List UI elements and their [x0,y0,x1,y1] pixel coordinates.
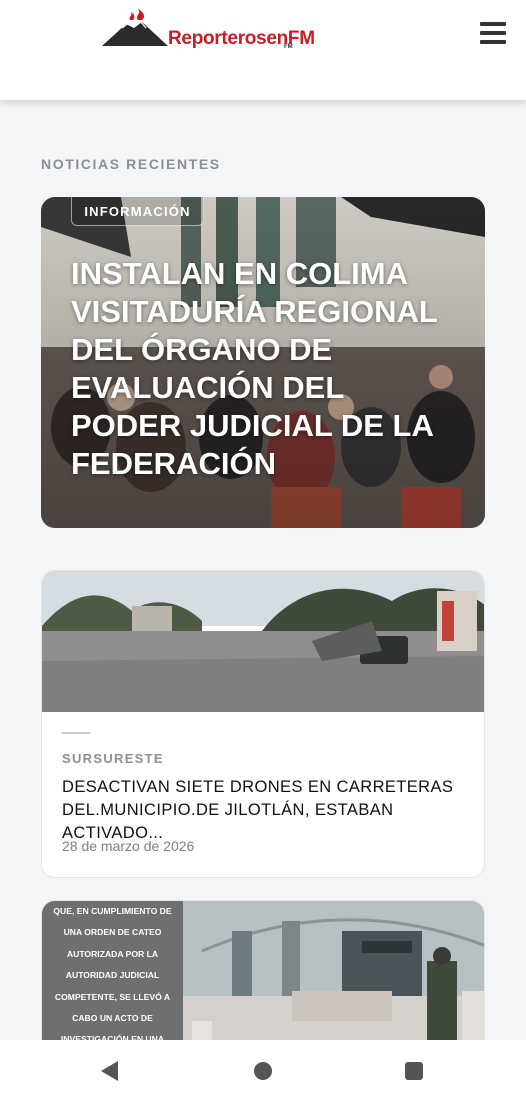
card-divider [62,732,90,734]
featured-headline[interactable]: INSTALAN EN COLIMA VISITADURÍA REGIONAL … [71,255,461,483]
article-photo [42,571,484,712]
article-title[interactable]: DESACTIVAN SIETE DRONES EN CARRETERAS DE… [62,776,467,845]
photo-caption-overlay: QUE, EN CUMPLIMIENTO DE UNA ORDEN DE CAT… [42,901,183,1059]
article-card[interactable]: SURSURESTE DESACTIVAN SIETE DRONES EN CA… [41,570,485,878]
featured-article-card[interactable]: INFORMACIÓN INSTALAN EN COLIMA VISITADUR… [41,197,485,528]
volcano-logo-icon [102,9,168,46]
article-category[interactable]: SURSURESTE [62,751,164,766]
system-nav-bar [0,1040,526,1101]
recents-square-icon[interactable] [405,1062,423,1080]
featured-category-tag[interactable]: INFORMACIÓN [71,197,204,226]
logo-text: ReporterosenFM [168,28,315,49]
back-triangle-icon[interactable] [100,1060,120,1082]
hamburger-menu-icon[interactable] [480,22,506,46]
site-logo[interactable]: ReporterosenFM FM [100,6,340,52]
home-circle-icon[interactable] [254,1062,272,1080]
section-heading: NOTICIAS RECIENTES [41,156,221,172]
logo-sub-text: FM [284,44,293,50]
article-card-partial[interactable]: QUE, EN CUMPLIMIENTO DE UNA ORDEN DE CAT… [41,900,485,1060]
app-header: ReporterosenFM FM [0,0,526,100]
article-date: 28 de marzo de 2026 [62,838,195,854]
